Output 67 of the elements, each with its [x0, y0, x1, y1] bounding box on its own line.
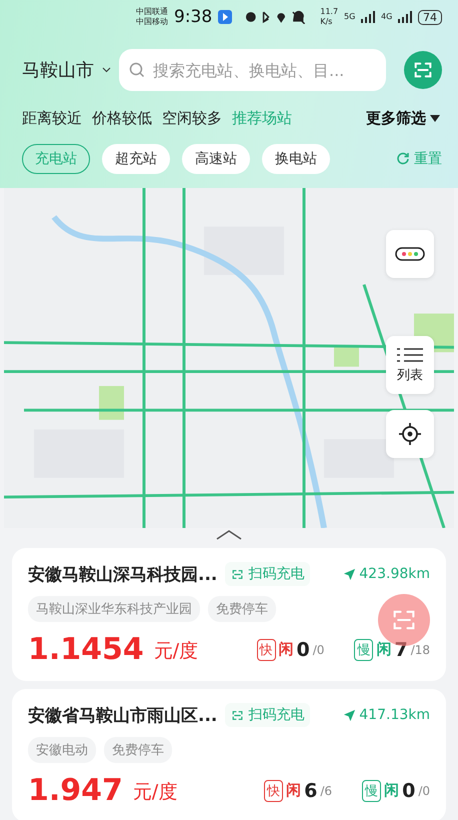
- chevron-up-icon[interactable]: [216, 530, 242, 540]
- idle-label: 闲: [278, 640, 294, 659]
- station-tag: 安徽电动: [28, 737, 96, 763]
- total-count: /0: [312, 642, 324, 656]
- station-price: 1.1454: [28, 632, 144, 667]
- battery-level: 74: [418, 10, 442, 24]
- free-count: 6: [304, 780, 318, 802]
- navigation-arrow-icon: [343, 708, 356, 722]
- station-name: 安徽省马鞍山市雨山区...: [28, 704, 218, 726]
- station-card[interactable]: 安徽马鞍山深马科技园... 扫码充电 423.98km 马鞍山深业华东科技产业园 免费停车 1.1454 元/度 快 闲 0/0 慢 闲 7/18: [12, 548, 446, 681]
- free-count: 0: [296, 638, 310, 660]
- sort-option[interactable]: 距离较近: [22, 109, 82, 128]
- dropdown-triangle-icon: [430, 115, 440, 122]
- chevron-down-icon: [102, 67, 111, 73]
- scan-icon: [231, 708, 244, 722]
- station-tag: 马鞍山深业华东科技产业园: [28, 596, 200, 622]
- sort-option[interactable]: 空闲较多: [162, 109, 222, 128]
- status-time: 9:38: [174, 7, 212, 27]
- idle-label: 闲: [286, 781, 302, 800]
- charger-badge: 慢: [362, 780, 382, 802]
- station-name: 安徽马鞍山深马科技园...: [28, 564, 218, 586]
- station-distance: 423.98km: [343, 566, 430, 582]
- idle-label: 闲: [384, 781, 400, 800]
- network-type: 4G: [381, 12, 392, 22]
- signal-icon: [398, 11, 412, 23]
- speed-unit: K/s: [320, 17, 334, 27]
- carrier-name: 中国联通: [136, 7, 168, 17]
- idle-label: 闲: [376, 640, 392, 659]
- price-unit: 元/度: [132, 780, 178, 805]
- crosshair-icon: [398, 422, 422, 446]
- refresh-icon: [396, 152, 410, 166]
- price-unit: 元/度: [154, 639, 198, 664]
- station-type-chip[interactable]: 高速站: [182, 144, 250, 174]
- network-speed: 11.7: [320, 7, 338, 17]
- charger-badge: 快: [256, 638, 276, 660]
- locate-button[interactable]: [386, 410, 434, 458]
- charger-badge: 快: [264, 780, 284, 802]
- traffic-button[interactable]: [386, 230, 434, 278]
- station-type-chip[interactable]: 换电站: [262, 144, 330, 174]
- signal-icon: [361, 11, 376, 23]
- more-filters-button[interactable]: 更多筛选: [366, 109, 440, 128]
- sort-option[interactable]: 价格较低: [92, 109, 152, 128]
- list-icon: [397, 346, 423, 362]
- station-price: 1.947: [28, 773, 123, 808]
- app-notification-icon: [218, 10, 232, 24]
- station-tag: 免费停车: [104, 737, 172, 763]
- city-selector[interactable]: 马鞍山市: [22, 58, 94, 82]
- total-count: /0: [418, 784, 430, 798]
- free-count: 0: [402, 780, 416, 802]
- station-card[interactable]: 安徽省马鞍山市雨山区... 扫码充电 417.13km 安徽电动 免费停车 1.947 元/度 快 闲 6/6 慢 闲 0/0: [12, 689, 446, 820]
- total-count: /18: [410, 642, 430, 656]
- search-input[interactable]: 搜索充电站、换电站、目...: [151, 60, 376, 80]
- network-type: 5G: [344, 12, 356, 22]
- station-tag: 免费停车: [208, 596, 276, 622]
- station-type-chip[interactable]: 超充站: [102, 144, 170, 174]
- carrier-name: 中国移动: [136, 17, 168, 27]
- traffic-light-icon: [395, 247, 425, 261]
- scan-button[interactable]: [404, 51, 442, 89]
- list-button[interactable]: 列表: [386, 336, 434, 394]
- total-count: /6: [320, 784, 332, 798]
- charger-badge: 慢: [354, 638, 374, 660]
- navigation-arrow-icon: [343, 568, 356, 580]
- search-icon: [129, 62, 145, 78]
- free-count: 7: [394, 638, 408, 660]
- station-distance: 417.13km: [343, 707, 430, 723]
- scan-icon: [231, 568, 244, 580]
- search-field[interactable]: 搜索充电站、换电站、目...: [119, 49, 386, 91]
